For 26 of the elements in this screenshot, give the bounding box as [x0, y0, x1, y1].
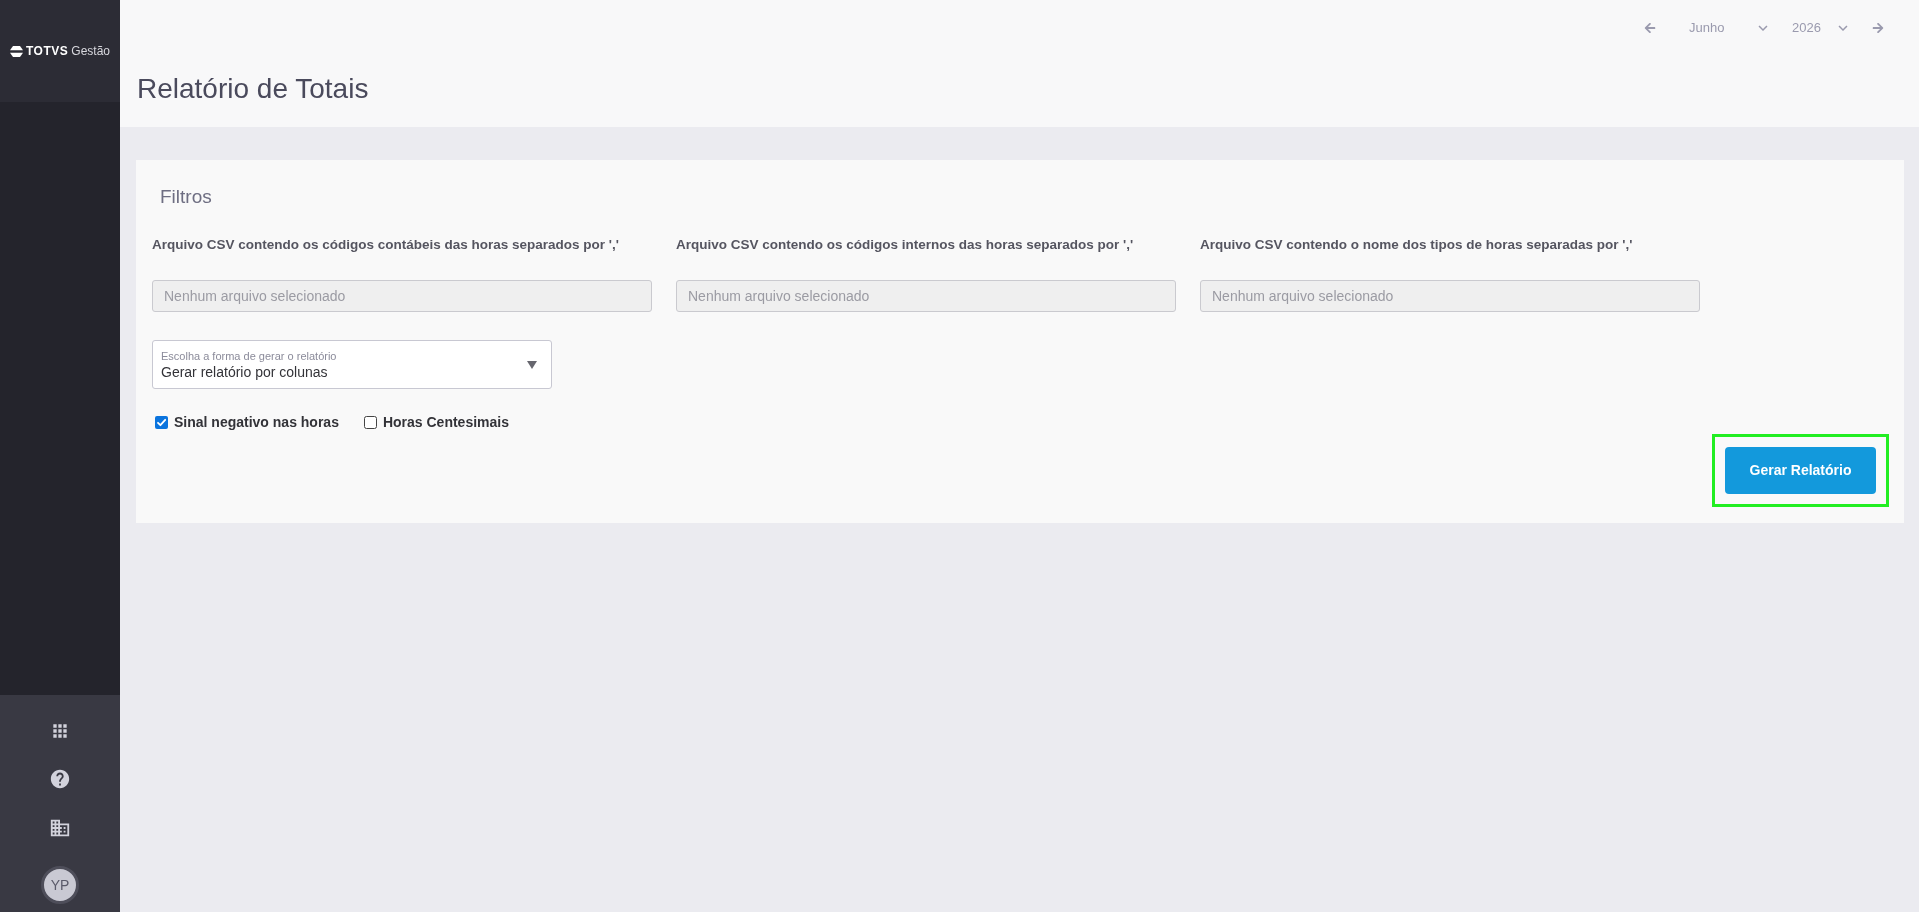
checkbox-label[interactable]: Horas Centesimais	[382, 411, 509, 433]
page-title: Relatório de Totais	[137, 72, 369, 106]
arrow-right-icon[interactable]	[1872, 22, 1884, 34]
select-value: Gerar relatório por colunas	[161, 362, 328, 381]
checkbox-label[interactable]: Sinal negativo nas horas	[174, 411, 339, 433]
caret-down-icon	[527, 360, 537, 369]
product-name: Gestão	[71, 43, 110, 60]
field-label: Arquivo CSV contendo os códigos internos das horas separados por ','	[676, 236, 1134, 254]
report-mode-select[interactable]: Escolha a forma de gerar o relatório Gerar relatório por colunas	[152, 340, 552, 389]
user-avatar[interactable]: YP	[41, 866, 79, 904]
field-label: Arquivo CSV contendo o nome dos tipos de horas separadas por ','	[1200, 236, 1633, 254]
building-icon[interactable]	[49, 817, 71, 839]
year-select[interactable]: 2026	[1792, 18, 1852, 38]
arrow-left-icon[interactable]	[1644, 22, 1656, 34]
checkbox[interactable]	[155, 415, 168, 429]
month-select[interactable]: Junho	[1676, 18, 1772, 38]
floating-label: Escolha a forma de gerar o relatório	[161, 348, 337, 363]
avatar-initials: YP	[50, 875, 70, 895]
generate-report-button[interactable]: Gerar Relatório	[1725, 447, 1876, 494]
brand-name: TOTVS	[26, 43, 69, 60]
logo-icon	[10, 45, 23, 57]
help-icon[interactable]	[49, 768, 71, 790]
apps-grid-icon[interactable]	[50, 721, 70, 741]
field-label: Arquivo CSV contendo os códigos contábeis das horas separados por ','	[152, 236, 619, 254]
card-title: Filtros	[160, 185, 212, 209]
checkbox[interactable]	[363, 415, 377, 429]
